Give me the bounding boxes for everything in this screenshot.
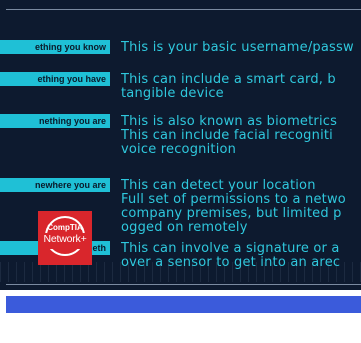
- slide-decoration-lines: [0, 262, 361, 282]
- factor-desc-have-line-2: tangible device: [121, 87, 224, 100]
- factor-desc-where-line-3: company premises, but limited p: [121, 207, 342, 220]
- factor-desc-are-line-3: voice recognition: [121, 143, 237, 156]
- factor-desc-where-line-4: ogged on remotely: [121, 221, 248, 234]
- presentation-slide: ething you know This is your basic usern…: [0, 0, 361, 290]
- factor-desc-do-line-1: This can involve a signature or a: [121, 242, 340, 255]
- slide-bottom-border: [6, 284, 361, 285]
- factor-label-where: newhere you are: [0, 178, 110, 192]
- slide-top-border: [6, 9, 361, 10]
- factor-desc-where-line-1: This can detect your location: [121, 179, 316, 192]
- factor-desc-have-line-1: This can include a smart card, b: [121, 73, 336, 86]
- logo-cert-text: Network+: [43, 233, 87, 245]
- factor-label-have: ething you have: [0, 72, 110, 86]
- factor-desc-are-line-2: This can include facial recogniti: [121, 129, 333, 142]
- bottom-strip: [0, 313, 361, 343]
- factor-desc-know-line-1: This is your basic username/passw: [121, 41, 354, 54]
- factor-desc-are-line-1: This is also known as biometrics: [121, 115, 338, 128]
- comptia-network-logo: CompTIA Network+: [38, 211, 92, 265]
- logo-brand-text: CompTIA: [47, 223, 83, 232]
- factor-label-are: nething you are: [0, 114, 110, 128]
- factor-desc-where-line-2: Full set of permissions to a netwo: [121, 193, 346, 206]
- factor-label-know: ething you know: [0, 40, 110, 54]
- player-control-bar[interactable]: [6, 296, 361, 313]
